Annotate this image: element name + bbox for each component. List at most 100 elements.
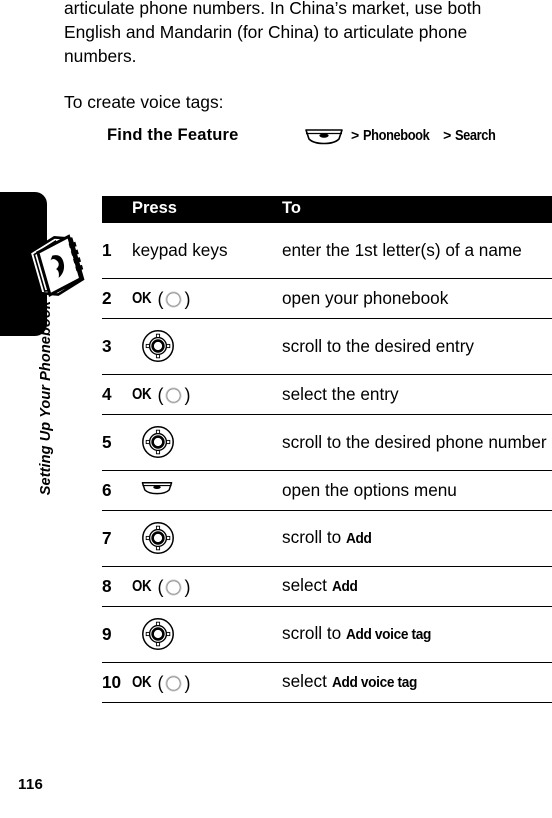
navigation-wheel-icon (142, 426, 174, 458)
path-separator: > (351, 127, 360, 143)
table-row: 7 scroll to Add (102, 510, 552, 567)
step-press-cell: keypad keys (132, 223, 282, 279)
step-description-cell: select Add (282, 566, 552, 607)
select-key-ring-icon (165, 675, 182, 691)
ok-key-paren-open: ( (157, 673, 164, 693)
step-menu-item: Add (346, 529, 372, 547)
ok-key-paren-close: ) (184, 385, 191, 405)
step-menu-item: Add (331, 577, 358, 595)
select-key-ring-icon (165, 291, 182, 307)
table-row: 3 scroll to the desired entry (102, 318, 552, 375)
step-description: open the options menu (282, 479, 457, 500)
phonebook-icon (26, 232, 86, 298)
step-number: 5 (102, 414, 132, 471)
step-description-cell: scroll to the desired phone number (282, 414, 552, 471)
table-row: 5 scroll to the desired phone number (102, 414, 552, 471)
ok-key: OK () (132, 384, 192, 407)
steps-table-head: Press To (102, 196, 552, 223)
step-press-cell (132, 318, 282, 375)
step-description: scroll to the desired entry (282, 335, 475, 356)
step-description: select (282, 574, 332, 595)
menu-key-icon (141, 481, 173, 495)
step-number: 7 (102, 510, 132, 567)
chapter-title: Setting Up Your Phonebook (38, 301, 54, 496)
intro-paragraph-1: articulate phone numbers. In China’s mar… (64, 0, 482, 67)
ok-key: OK () (132, 576, 192, 599)
step-description-cell: enter the 1st letter(s) of a name (282, 223, 552, 279)
step-description-cell: select the entry (282, 374, 552, 415)
find-the-feature-path: > Phonebook > Search (303, 124, 501, 151)
step-description: enter the 1st letter(s) of a name (282, 239, 522, 260)
ok-key-label: OK (132, 289, 152, 307)
step-press-cell (132, 510, 282, 567)
step-number: 3 (102, 318, 132, 375)
navigation-wheel-icon (142, 618, 174, 650)
steps-table: Press To 1 keypad keys enter the 1st lette… (102, 196, 552, 703)
table-row: 8 OK () select Add (102, 566, 552, 607)
step-press-cell (132, 414, 282, 471)
step-description-cell: scroll to Add voice tag (282, 606, 552, 663)
step-press-cell: OK () (132, 662, 282, 703)
intro-text: articulate phone numbers. In China’s mar… (64, 0, 534, 114)
table-row: 1 keypad keys enter the 1st letter(s) of a… (102, 223, 552, 279)
step-description-cell: select Add voice tag (282, 662, 552, 703)
step-description: scroll to the desired phone number (282, 431, 547, 452)
select-key-ring-icon (165, 387, 182, 403)
step-description: select the entry (282, 383, 399, 404)
step-press-cell: OK () (132, 278, 282, 319)
path-separator: > (443, 127, 452, 143)
navigation-wheel-icon (142, 330, 174, 362)
ok-key-paren-open: ( (157, 289, 164, 309)
step-description: scroll to (282, 622, 346, 643)
step-description: open your phonebook (282, 287, 449, 308)
step-press-cell (132, 470, 282, 511)
step-description-cell: scroll to Add (282, 510, 552, 567)
step-description-cell: scroll to the desired entry (282, 318, 552, 375)
step-press-cell: OK () (132, 374, 282, 415)
ok-key-label: OK (132, 577, 152, 595)
step-description-cell: open the options menu (282, 470, 552, 511)
step-number: 10 (102, 662, 132, 703)
table-row: 4 OK () select the entry (102, 374, 552, 415)
ok-key-paren-close: ) (184, 289, 191, 309)
ok-key: OK () (132, 288, 192, 311)
ok-key-paren-open: ( (157, 385, 164, 405)
step-description: scroll to (282, 526, 346, 547)
ok-key-paren-close: ) (184, 577, 191, 597)
find-feature-path-line-2: > Search (443, 127, 501, 144)
step-number: 4 (102, 374, 132, 415)
ok-key-paren-open: ( (157, 577, 164, 597)
header-press: Press (132, 196, 282, 223)
step-number: 2 (102, 278, 132, 319)
navigation-wheel-icon (142, 522, 174, 554)
path-item-search: Search (455, 128, 496, 144)
table-row: 9 scroll to Add voice tag (102, 606, 552, 663)
select-key-ring-icon (165, 579, 182, 595)
page-number: 116 (18, 776, 44, 793)
step-menu-item: Add voice tag (331, 673, 417, 691)
table-row: 10 OK () select Add voice tag (102, 662, 552, 703)
ok-key-label: OK (132, 673, 152, 691)
table-row: 2 OK () open your phonebook (102, 278, 552, 319)
ok-key: OK () (132, 672, 192, 695)
ok-key-label: OK (132, 385, 152, 403)
press-text: keypad keys (132, 239, 228, 260)
ok-key-paren-close: ) (184, 673, 191, 693)
step-number: 8 (102, 566, 132, 607)
steps-table-header-row: Press To (102, 196, 552, 223)
find-the-feature-label: Find the Feature (107, 126, 239, 144)
steps-table-body: 1 keypad keys enter the 1st letter(s) of a… (102, 223, 552, 703)
header-to: To (282, 196, 552, 223)
step-menu-item: Add voice tag (346, 625, 431, 643)
step-number: 6 (102, 470, 132, 511)
path-item-phonebook: Phonebook (363, 128, 430, 144)
step-press-cell: OK () (132, 566, 282, 607)
step-press-cell (132, 606, 282, 663)
step-number: 1 (102, 223, 132, 279)
find-feature-path-line-1: > Phonebook (351, 127, 443, 144)
intro-paragraph-2: To create voice tags: (64, 91, 224, 112)
menu-key-icon (303, 127, 345, 151)
table-row: 6 open the options menu (102, 470, 552, 511)
step-number: 9 (102, 606, 132, 663)
step-description: select (282, 670, 332, 691)
